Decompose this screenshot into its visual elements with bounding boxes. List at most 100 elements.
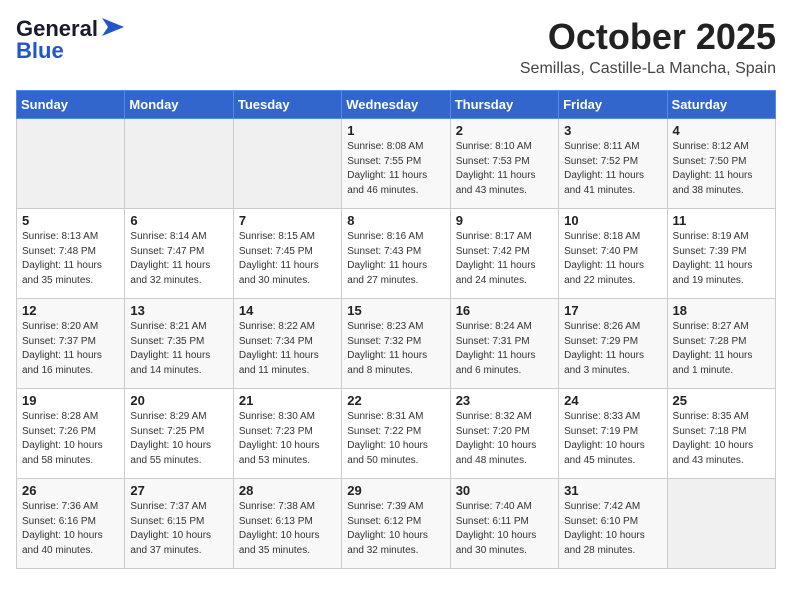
day-info: Sunrise: 8:23 AM Sunset: 7:32 PM Dayligh… (347, 320, 444, 378)
weekday-header-tuesday: Tuesday (233, 91, 341, 119)
day-info: Sunrise: 8:10 AM Sunset: 7:53 PM Dayligh… (456, 140, 553, 198)
calendar-cell: 14 Sunrise: 8:22 AM Sunset: 7:34 PM Dayli… (233, 299, 341, 389)
day-number: 19 (22, 393, 119, 408)
day-info: Sunrise: 8:20 AM Sunset: 7:37 PM Dayligh… (22, 320, 119, 378)
day-info: Sunrise: 8:11 AM Sunset: 7:52 PM Dayligh… (564, 140, 661, 198)
day-number: 5 (22, 213, 119, 228)
weekday-header-monday: Monday (125, 91, 233, 119)
day-info: Sunrise: 8:28 AM Sunset: 7:26 PM Dayligh… (22, 410, 119, 468)
day-info: Sunrise: 7:40 AM Sunset: 6:11 PM Dayligh… (456, 500, 553, 558)
day-number: 29 (347, 483, 444, 498)
weekday-header-thursday: Thursday (450, 91, 558, 119)
calendar-cell: 19 Sunrise: 8:28 AM Sunset: 7:26 PM Dayli… (17, 389, 125, 479)
calendar-cell: 25Sunrise: 8:35 AM Sunset: 7:18 PM Dayli… (667, 389, 775, 479)
day-number: 21 (239, 393, 336, 408)
day-info: Sunrise: 8:22 AM Sunset: 7:34 PM Dayligh… (239, 320, 336, 378)
calendar-cell: 8 Sunrise: 8:16 AM Sunset: 7:43 PM Daylig… (342, 209, 450, 299)
day-info: Sunrise: 8:13 AM Sunset: 7:48 PM Dayligh… (22, 230, 119, 288)
logo-arrow-icon (102, 18, 124, 36)
day-info: Sunrise: 7:38 AM Sunset: 6:13 PM Dayligh… (239, 500, 336, 558)
day-number: 15 (347, 303, 444, 318)
day-info: Sunrise: 7:39 AM Sunset: 6:12 PM Dayligh… (347, 500, 444, 558)
day-info: Sunrise: 8:30 AM Sunset: 7:23 PM Dayligh… (239, 410, 336, 468)
day-number: 18 (673, 303, 770, 318)
day-number: 3 (564, 123, 661, 138)
day-number: 9 (456, 213, 553, 228)
day-number: 23 (456, 393, 553, 408)
day-number: 12 (22, 303, 119, 318)
calendar-cell (233, 119, 341, 209)
calendar-cell: 22Sunrise: 8:31 AM Sunset: 7:22 PM Dayli… (342, 389, 450, 479)
calendar-table: SundayMondayTuesdayWednesdayThursdayFrid… (16, 90, 776, 569)
day-number: 26 (22, 483, 119, 498)
day-info: Sunrise: 8:26 AM Sunset: 7:29 PM Dayligh… (564, 320, 661, 378)
day-number: 30 (456, 483, 553, 498)
day-number: 31 (564, 483, 661, 498)
calendar-cell: 18 Sunrise: 8:27 AM Sunset: 7:28 PM Dayli… (667, 299, 775, 389)
day-info: Sunrise: 8:31 AM Sunset: 7:22 PM Dayligh… (347, 410, 444, 468)
calendar-cell (125, 119, 233, 209)
calendar-cell: 16Sunrise: 8:24 AM Sunset: 7:31 PM Dayli… (450, 299, 558, 389)
calendar-cell: 30 Sunrise: 7:40 AM Sunset: 6:11 PM Dayli… (450, 479, 558, 569)
day-number: 2 (456, 123, 553, 138)
calendar-cell: 28 Sunrise: 7:38 AM Sunset: 6:13 PM Dayli… (233, 479, 341, 569)
title-block: October 2025 Semillas, Castille-La Manch… (520, 16, 776, 78)
day-number: 10 (564, 213, 661, 228)
calendar-cell: 4 Sunrise: 8:12 AM Sunset: 7:50 PM Daylig… (667, 119, 775, 209)
day-number: 24 (564, 393, 661, 408)
calendar-week-row: 26 Sunrise: 7:36 AM Sunset: 6:16 PM Dayli… (17, 479, 776, 569)
month-title: October 2025 (520, 16, 776, 58)
calendar-cell: 23 Sunrise: 8:32 AM Sunset: 7:20 PM Dayli… (450, 389, 558, 479)
day-number: 27 (130, 483, 227, 498)
calendar-week-row: 19 Sunrise: 8:28 AM Sunset: 7:26 PM Dayli… (17, 389, 776, 479)
calendar-cell: 2 Sunrise: 8:10 AM Sunset: 7:53 PM Daylig… (450, 119, 558, 209)
calendar-cell: 29 Sunrise: 7:39 AM Sunset: 6:12 PM Dayli… (342, 479, 450, 569)
day-info: Sunrise: 8:16 AM Sunset: 7:43 PM Dayligh… (347, 230, 444, 288)
day-info: Sunrise: 7:36 AM Sunset: 6:16 PM Dayligh… (22, 500, 119, 558)
calendar-cell: 3 Sunrise: 8:11 AM Sunset: 7:52 PM Daylig… (559, 119, 667, 209)
calendar-cell: 13Sunrise: 8:21 AM Sunset: 7:35 PM Dayli… (125, 299, 233, 389)
calendar-cell: 10Sunrise: 8:18 AM Sunset: 7:40 PM Dayli… (559, 209, 667, 299)
location-title: Semillas, Castille-La Mancha, Spain (520, 60, 776, 78)
day-number: 4 (673, 123, 770, 138)
day-info: Sunrise: 8:19 AM Sunset: 7:39 PM Dayligh… (673, 230, 770, 288)
calendar-cell: 5 Sunrise: 8:13 AM Sunset: 7:48 PM Daylig… (17, 209, 125, 299)
day-number: 14 (239, 303, 336, 318)
calendar-cell: 9 Sunrise: 8:17 AM Sunset: 7:42 PM Daylig… (450, 209, 558, 299)
day-info: Sunrise: 8:14 AM Sunset: 7:47 PM Dayligh… (130, 230, 227, 288)
page-header: General Blue October 2025 Semillas, Cast… (16, 16, 776, 78)
calendar-cell: 31Sunrise: 7:42 AM Sunset: 6:10 PM Dayli… (559, 479, 667, 569)
calendar-cell: 15 Sunrise: 8:23 AM Sunset: 7:32 PM Dayli… (342, 299, 450, 389)
calendar-cell (17, 119, 125, 209)
calendar-cell: 17Sunrise: 8:26 AM Sunset: 7:29 PM Dayli… (559, 299, 667, 389)
day-info: Sunrise: 8:12 AM Sunset: 7:50 PM Dayligh… (673, 140, 770, 198)
day-number: 7 (239, 213, 336, 228)
weekday-header-wednesday: Wednesday (342, 91, 450, 119)
calendar-cell: 26 Sunrise: 7:36 AM Sunset: 6:16 PM Dayli… (17, 479, 125, 569)
day-info: Sunrise: 8:27 AM Sunset: 7:28 PM Dayligh… (673, 320, 770, 378)
calendar-cell: 11 Sunrise: 8:19 AM Sunset: 7:39 PM Dayli… (667, 209, 775, 299)
day-info: Sunrise: 8:08 AM Sunset: 7:55 PM Dayligh… (347, 140, 444, 198)
calendar-cell: 20Sunrise: 8:29 AM Sunset: 7:25 PM Dayli… (125, 389, 233, 479)
day-number: 8 (347, 213, 444, 228)
day-info: Sunrise: 8:32 AM Sunset: 7:20 PM Dayligh… (456, 410, 553, 468)
calendar-cell: 12 Sunrise: 8:20 AM Sunset: 7:37 PM Dayli… (17, 299, 125, 389)
calendar-cell: 27Sunrise: 7:37 AM Sunset: 6:15 PM Dayli… (125, 479, 233, 569)
day-info: Sunrise: 8:24 AM Sunset: 7:31 PM Dayligh… (456, 320, 553, 378)
calendar-week-row: 1 Sunrise: 8:08 AM Sunset: 7:55 PM Daylig… (17, 119, 776, 209)
day-number: 1 (347, 123, 444, 138)
day-number: 25 (673, 393, 770, 408)
logo-blue: Blue (16, 38, 64, 64)
weekday-header-friday: Friday (559, 91, 667, 119)
calendar-cell: 1 Sunrise: 8:08 AM Sunset: 7:55 PM Daylig… (342, 119, 450, 209)
weekday-header-row: SundayMondayTuesdayWednesdayThursdayFrid… (17, 91, 776, 119)
day-info: Sunrise: 8:15 AM Sunset: 7:45 PM Dayligh… (239, 230, 336, 288)
day-number: 28 (239, 483, 336, 498)
day-number: 11 (673, 213, 770, 228)
day-info: Sunrise: 8:17 AM Sunset: 7:42 PM Dayligh… (456, 230, 553, 288)
weekday-header-saturday: Saturday (667, 91, 775, 119)
calendar-cell: 7 Sunrise: 8:15 AM Sunset: 7:45 PM Daylig… (233, 209, 341, 299)
logo: General Blue (16, 16, 124, 64)
day-info: Sunrise: 8:33 AM Sunset: 7:19 PM Dayligh… (564, 410, 661, 468)
calendar-cell (667, 479, 775, 569)
